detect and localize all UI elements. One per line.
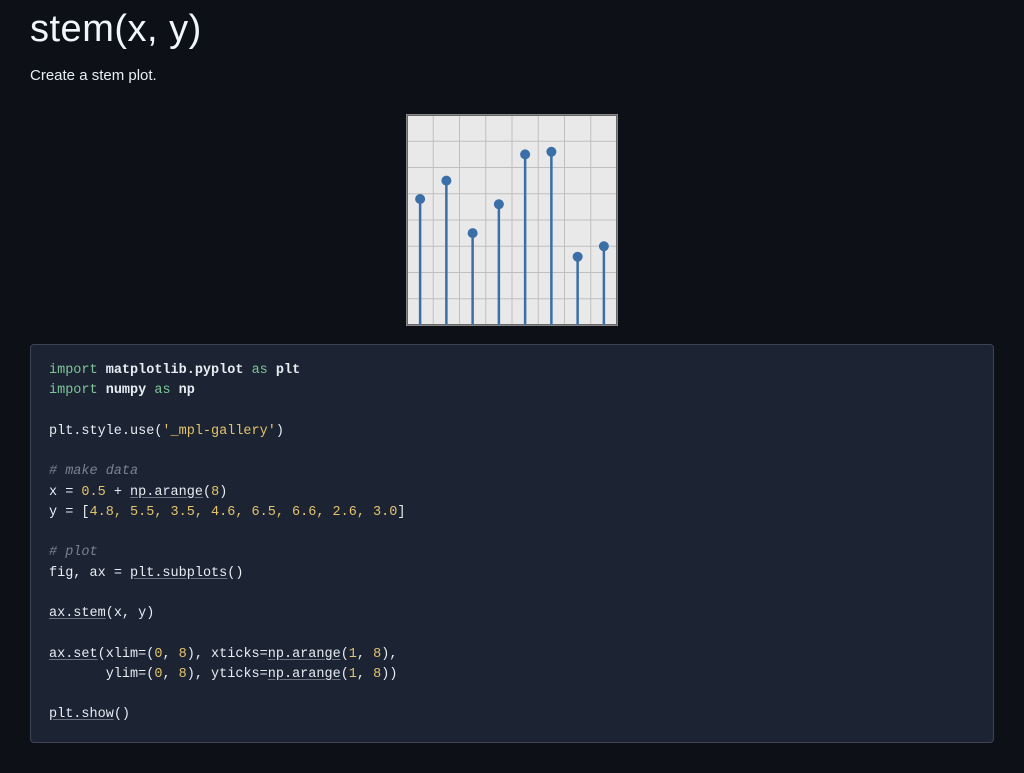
- page-subtitle: Create a stem plot.: [30, 67, 994, 84]
- page-title: stem(x, y): [30, 8, 994, 51]
- code-content: import matplotlib.pyplot as plt import n…: [49, 361, 975, 726]
- code-block[interactable]: import matplotlib.pyplot as plt import n…: [30, 344, 994, 743]
- stem-plot: [406, 114, 618, 326]
